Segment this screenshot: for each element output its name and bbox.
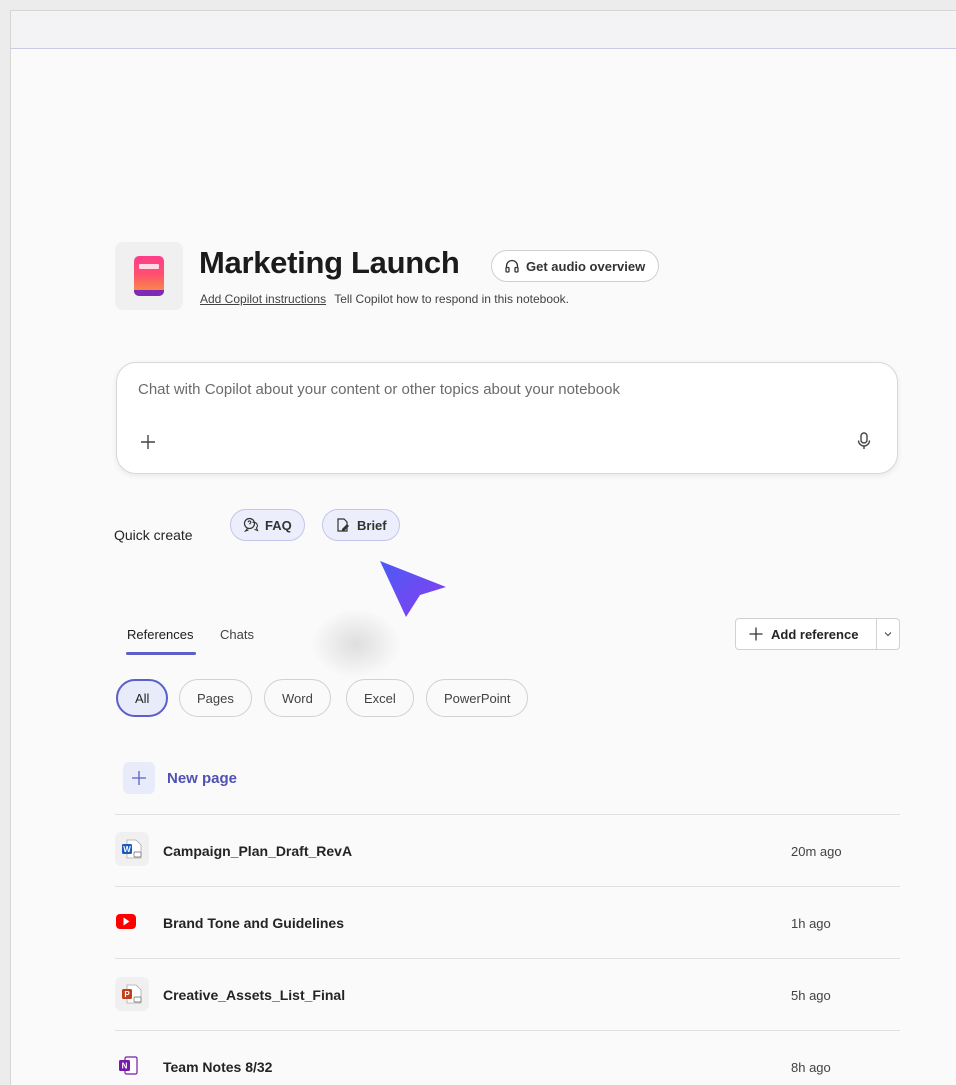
reference-name: Brand Tone and Guidelines xyxy=(163,915,344,931)
chat-placeholder: Chat with Copilot about your content or … xyxy=(138,381,620,398)
divider xyxy=(115,1030,900,1031)
brief-chip-label: Brief xyxy=(357,517,387,533)
notebook-icon xyxy=(134,256,164,296)
headphones-icon xyxy=(505,259,519,273)
youtube-icon xyxy=(115,905,149,939)
copilot-chat-input[interactable]: Chat with Copilot about your content or … xyxy=(116,362,898,474)
reference-name: Campaign_Plan_Draft_RevA xyxy=(163,843,353,859)
reference-time: 20m ago xyxy=(791,844,842,859)
tab-chats[interactable]: Chats xyxy=(220,627,254,642)
attach-plus-icon[interactable] xyxy=(139,433,157,451)
divider xyxy=(115,814,900,815)
powerpoint-file-icon: P xyxy=(115,977,149,1011)
add-reference-menu-button[interactable] xyxy=(877,619,899,649)
reference-time: 8h ago xyxy=(791,1060,831,1075)
new-page-button[interactable]: New page xyxy=(167,770,237,787)
divider xyxy=(115,886,900,887)
brief-chip-button[interactable]: Brief xyxy=(322,509,400,541)
add-reference-button[interactable]: Add reference xyxy=(736,619,876,649)
chevron-down-icon xyxy=(884,632,892,637)
notebook-icon-container[interactable] xyxy=(115,242,183,310)
new-page-plus-icon[interactable] xyxy=(123,762,155,794)
reference-time: 5h ago xyxy=(791,988,831,1003)
top-bar xyxy=(11,11,956,49)
add-reference-split-button: Add reference xyxy=(735,618,900,650)
add-reference-label: Add reference xyxy=(771,626,859,642)
svg-text:N: N xyxy=(122,1062,128,1071)
instructions-hint: Tell Copilot how to respond in this note… xyxy=(334,292,570,306)
notebook-page: Marketing Launch Get audio overview Add … xyxy=(11,49,956,1085)
divider xyxy=(115,958,900,959)
filter-powerpoint[interactable]: PowerPoint xyxy=(426,679,529,717)
copilot-instructions: Add Copilot instructions Tell Copilot ho… xyxy=(200,292,569,306)
active-tab-indicator xyxy=(126,652,196,655)
audio-button-label: Get audio overview xyxy=(526,258,646,274)
filter-word[interactable]: Word xyxy=(264,679,331,717)
get-audio-overview-button[interactable]: Get audio overview xyxy=(491,250,660,282)
filter-all[interactable]: All xyxy=(116,679,169,717)
word-file-icon: W xyxy=(115,832,149,866)
microphone-icon[interactable] xyxy=(855,431,873,451)
quick-create-label: Quick create xyxy=(114,527,193,543)
filter-pages[interactable]: Pages xyxy=(179,679,252,717)
reference-time: 1h ago xyxy=(791,916,831,931)
svg-text:P: P xyxy=(124,990,130,999)
filter-excel[interactable]: Excel xyxy=(346,679,414,717)
tab-references[interactable]: References xyxy=(127,627,193,642)
brief-icon xyxy=(337,518,349,532)
faq-icon xyxy=(243,517,259,533)
app-window: Marketing Launch Get audio overview Add … xyxy=(10,10,956,1085)
faq-chip-button[interactable]: FAQ xyxy=(230,509,305,541)
faq-chip-label: FAQ xyxy=(265,517,292,533)
reference-name: Team Notes 8/32 xyxy=(163,1059,273,1075)
pointer-cursor-icon xyxy=(380,561,446,617)
onenote-icon: N xyxy=(115,1049,149,1083)
reference-name: Creative_Assets_List_Final xyxy=(163,987,346,1003)
notebook-title[interactable]: Marketing Launch xyxy=(199,245,460,281)
plus-icon xyxy=(749,627,763,641)
add-copilot-instructions-link[interactable]: Add Copilot instructions xyxy=(200,292,326,306)
svg-text:W: W xyxy=(123,845,131,854)
